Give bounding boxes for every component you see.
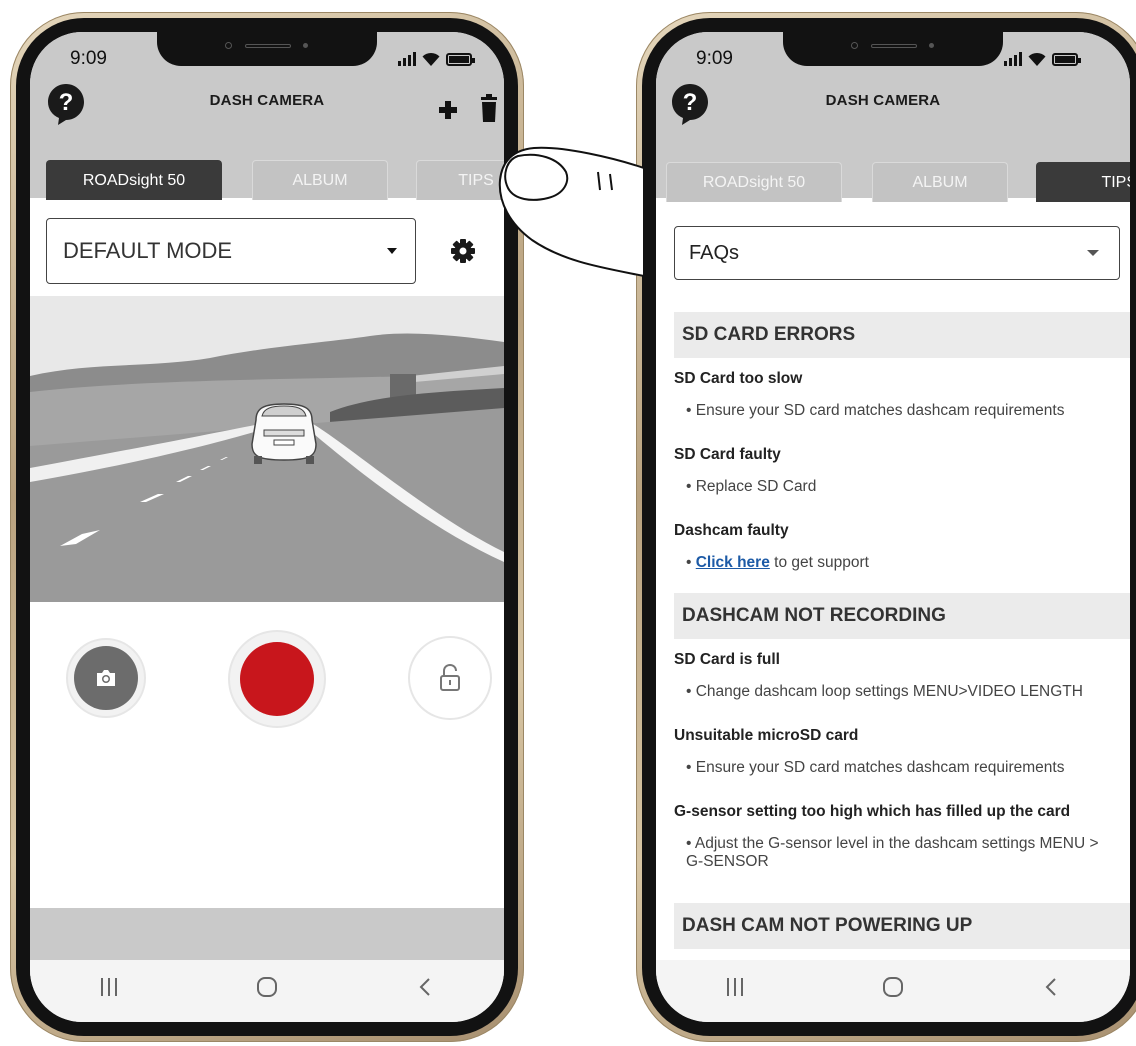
faq-answer: • Click here to get support <box>686 553 869 571</box>
lock-button[interactable] <box>408 636 492 720</box>
record-controls <box>30 602 504 908</box>
left-phone: 9:09 ? DASH CAMERA ROADsight 50 ALBUM TI… <box>10 12 524 1042</box>
unlock-icon <box>440 664 460 691</box>
faq-select-value: FAQs <box>689 241 740 264</box>
section-heading: SD CARD ERRORS <box>674 312 1130 358</box>
section-heading: DASH CAM NOT POWERING UP <box>674 902 1130 949</box>
record-dot <box>240 642 314 716</box>
status-time: 9:09 <box>70 48 107 69</box>
faq-question: Unsuitable microSD card <box>674 727 859 745</box>
faq-answer: • Adjust the G-sensor level in the dashc… <box>686 835 1099 870</box>
right-phone: 9:09 ? DASH CAMERA ROADsight 50 ALBUM TI… <box>636 12 1136 1042</box>
photo-button[interactable] <box>66 638 146 718</box>
record-button[interactable] <box>228 630 326 728</box>
camera-preview <box>30 296 504 602</box>
app-title: DASH CAMERA <box>209 92 325 109</box>
left-screen: 9:09 ? DASH CAMERA ROADsight 50 ALBUM TI… <box>30 32 504 1022</box>
pointing-finger-icon <box>498 146 644 278</box>
faq-question: SD Card too slow <box>674 370 803 387</box>
phone-notch <box>157 32 377 66</box>
back-icon[interactable] <box>405 972 445 1002</box>
trash-icon[interactable] <box>480 94 498 122</box>
support-link[interactable]: Click here <box>696 554 770 571</box>
signal-icon <box>398 52 416 66</box>
wifi-icon <box>422 52 440 66</box>
android-nav-bar <box>656 960 1130 1022</box>
tab-roadsight[interactable]: ROADsight 50 <box>666 162 842 202</box>
status-icons <box>1004 52 1081 66</box>
status-icons <box>398 52 475 66</box>
recents-icon[interactable] <box>89 972 129 1002</box>
tab-album[interactable]: ALBUM <box>252 160 388 200</box>
car-illustration <box>251 403 317 464</box>
signal-icon <box>1004 52 1022 66</box>
recents-icon[interactable] <box>715 972 755 1002</box>
section-heading: DASHCAM NOT RECORDING <box>674 593 1130 640</box>
battery-icon <box>1052 53 1081 66</box>
faq-question: SD Card faulty <box>674 445 781 463</box>
faq-answer: • Change dashcam loop settings MENU>VIDE… <box>686 683 1083 701</box>
tab-tips[interactable]: TIPS <box>416 160 504 200</box>
tab-tips[interactable]: TIPS <box>1036 162 1130 202</box>
chevron-down-icon <box>1087 250 1099 256</box>
right-screen: 9:09 ? DASH CAMERA ROADsight 50 ALBUM TI… <box>656 32 1130 1022</box>
battery-icon <box>446 53 475 66</box>
wifi-icon <box>1028 52 1046 66</box>
mode-select-value: DEFAULT MODE <box>63 238 233 263</box>
camera-icon <box>97 670 115 686</box>
faq-answer: • Ensure your SD card matches dashcam re… <box>686 402 1065 419</box>
status-time: 9:09 <box>696 48 733 69</box>
back-icon[interactable] <box>1031 972 1071 1002</box>
android-nav-bar <box>30 960 504 1022</box>
faq-answer: • Ensure your SD card matches dashcam re… <box>686 759 1065 777</box>
tab-roadsight[interactable]: ROADsight 50 <box>46 160 222 200</box>
faq-answer: • Replace SD Card <box>686 477 817 495</box>
home-icon[interactable] <box>873 972 913 1002</box>
faq-select[interactable]: FAQs <box>674 226 1120 280</box>
app-title: DASH CAMERA <box>825 92 941 109</box>
phone-notch <box>783 32 1003 66</box>
faq-question: G-sensor setting too high which has fill… <box>674 803 1071 821</box>
faq-content: SD CARD ERRORS SD Card too slow • Ensure… <box>674 312 1130 954</box>
home-icon[interactable] <box>247 972 287 1002</box>
plus-icon[interactable] <box>438 100 458 120</box>
gear-icon[interactable] <box>450 238 476 264</box>
faq-question: SD Card is full <box>674 651 780 669</box>
mode-select[interactable]: DEFAULT MODE <box>46 218 416 284</box>
tab-album[interactable]: ALBUM <box>872 162 1008 202</box>
chevron-down-icon <box>387 248 397 254</box>
faq-question: Dashcam faulty <box>674 521 789 539</box>
